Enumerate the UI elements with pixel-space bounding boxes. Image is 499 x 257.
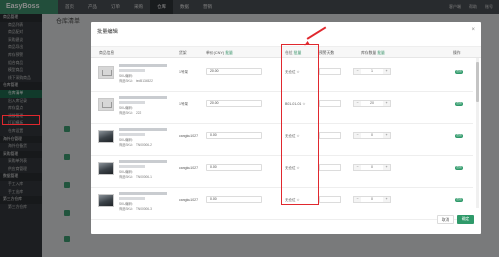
product-thumbnail	[98, 162, 114, 175]
product-name-redacted	[119, 64, 167, 67]
warn-days-input[interactable]	[319, 164, 341, 171]
col-product: 商品信息	[99, 51, 115, 55]
location-value: cangku1027	[179, 134, 199, 138]
warn-days-input[interactable]	[319, 196, 341, 203]
location-value: cangku1027	[179, 198, 199, 202]
product-thumbnail	[98, 98, 114, 111]
enable-toggle[interactable]: 启用	[455, 134, 463, 138]
product-thumbnail	[98, 66, 114, 79]
price-batch-link[interactable]: 批量	[225, 51, 233, 55]
product-name-redacted	[119, 96, 167, 99]
warn-days-input[interactable]	[319, 68, 341, 75]
sidebar-highlight	[2, 115, 40, 125]
scrollbar[interactable]	[476, 58, 479, 208]
product-name-redacted	[119, 69, 145, 72]
confirm-button[interactable]: 确定	[457, 215, 474, 224]
price-input[interactable]: 20.00	[206, 68, 262, 75]
product-name-redacted	[119, 128, 167, 131]
product-sku: 商品SKU： TN00006-2	[119, 143, 152, 147]
col-warn-days: 预警天数	[319, 51, 335, 55]
enable-toggle[interactable]: 启用	[455, 166, 463, 170]
product-sku: 商品SKU： 222	[119, 111, 142, 115]
minus-icon[interactable]: −	[354, 197, 361, 202]
price-input[interactable]: 0.00	[206, 164, 262, 171]
stock-batch-link[interactable]: 批量	[377, 51, 385, 55]
product-name-redacted	[119, 192, 167, 195]
location-value: 1号架	[179, 102, 188, 106]
stock-stepper[interactable]: −20 +	[353, 100, 391, 107]
plus-icon[interactable]: +	[383, 133, 390, 138]
col-price: 单价(CNY) 批量	[206, 51, 233, 55]
product-sku: 商品SKU： TN00006-3	[119, 207, 152, 211]
col-stock: 库存数量 批量	[361, 51, 385, 55]
stock-value[interactable]: 0	[361, 133, 383, 138]
stock-stepper[interactable]: −0 +	[353, 164, 391, 171]
minus-icon[interactable]: −	[354, 69, 361, 74]
price-input[interactable]: 20.00	[206, 100, 262, 107]
cancel-button[interactable]: 取消	[437, 215, 454, 224]
minus-icon[interactable]: −	[354, 101, 361, 106]
stock-stepper[interactable]: −1 +	[353, 68, 391, 75]
close-icon[interactable]: ×	[471, 27, 475, 33]
product-name-redacted	[119, 160, 167, 163]
product-name-redacted	[119, 133, 145, 136]
stock-stepper[interactable]: −0 +	[353, 132, 391, 139]
product-thumbnail	[98, 130, 114, 143]
scroll-thumb[interactable]	[476, 62, 479, 102]
product-thumbnail	[98, 194, 114, 207]
region-column-highlight	[281, 44, 319, 205]
location-value: cangku1027	[179, 166, 199, 170]
minus-icon[interactable]: −	[354, 133, 361, 138]
plus-icon[interactable]: +	[383, 69, 390, 74]
stock-value[interactable]: 1	[361, 69, 383, 74]
plus-icon[interactable]: +	[383, 165, 390, 170]
plus-icon[interactable]: +	[383, 197, 390, 202]
price-input[interactable]: 0.00	[206, 132, 262, 139]
modal-title: 批量编辑	[97, 29, 118, 35]
warn-days-input[interactable]	[319, 132, 341, 139]
stock-value[interactable]: 0	[361, 197, 383, 202]
enable-toggle[interactable]: 启用	[455, 102, 463, 106]
product-name-redacted	[119, 165, 145, 168]
minus-icon[interactable]: −	[354, 165, 361, 170]
stock-stepper[interactable]: −0 +	[353, 196, 391, 203]
enable-toggle[interactable]: 启用	[455, 70, 463, 74]
plus-icon[interactable]: +	[383, 101, 390, 106]
col-action: 操作	[453, 51, 461, 55]
product-name-redacted	[119, 197, 145, 200]
price-input[interactable]: 0.00	[206, 196, 262, 203]
stock-value[interactable]: 0	[361, 165, 383, 170]
warn-days-input[interactable]	[319, 100, 341, 107]
product-name-redacted	[119, 101, 145, 104]
col-location: 货架	[179, 51, 187, 55]
stock-value[interactable]: 20	[361, 101, 383, 106]
enable-toggle[interactable]: 启用	[455, 198, 463, 202]
product-sku: 商品SKU： ted5134522	[119, 79, 153, 83]
location-value: 1号架	[179, 70, 188, 74]
product-sku: 商品SKU： TN00006-1	[119, 175, 152, 179]
